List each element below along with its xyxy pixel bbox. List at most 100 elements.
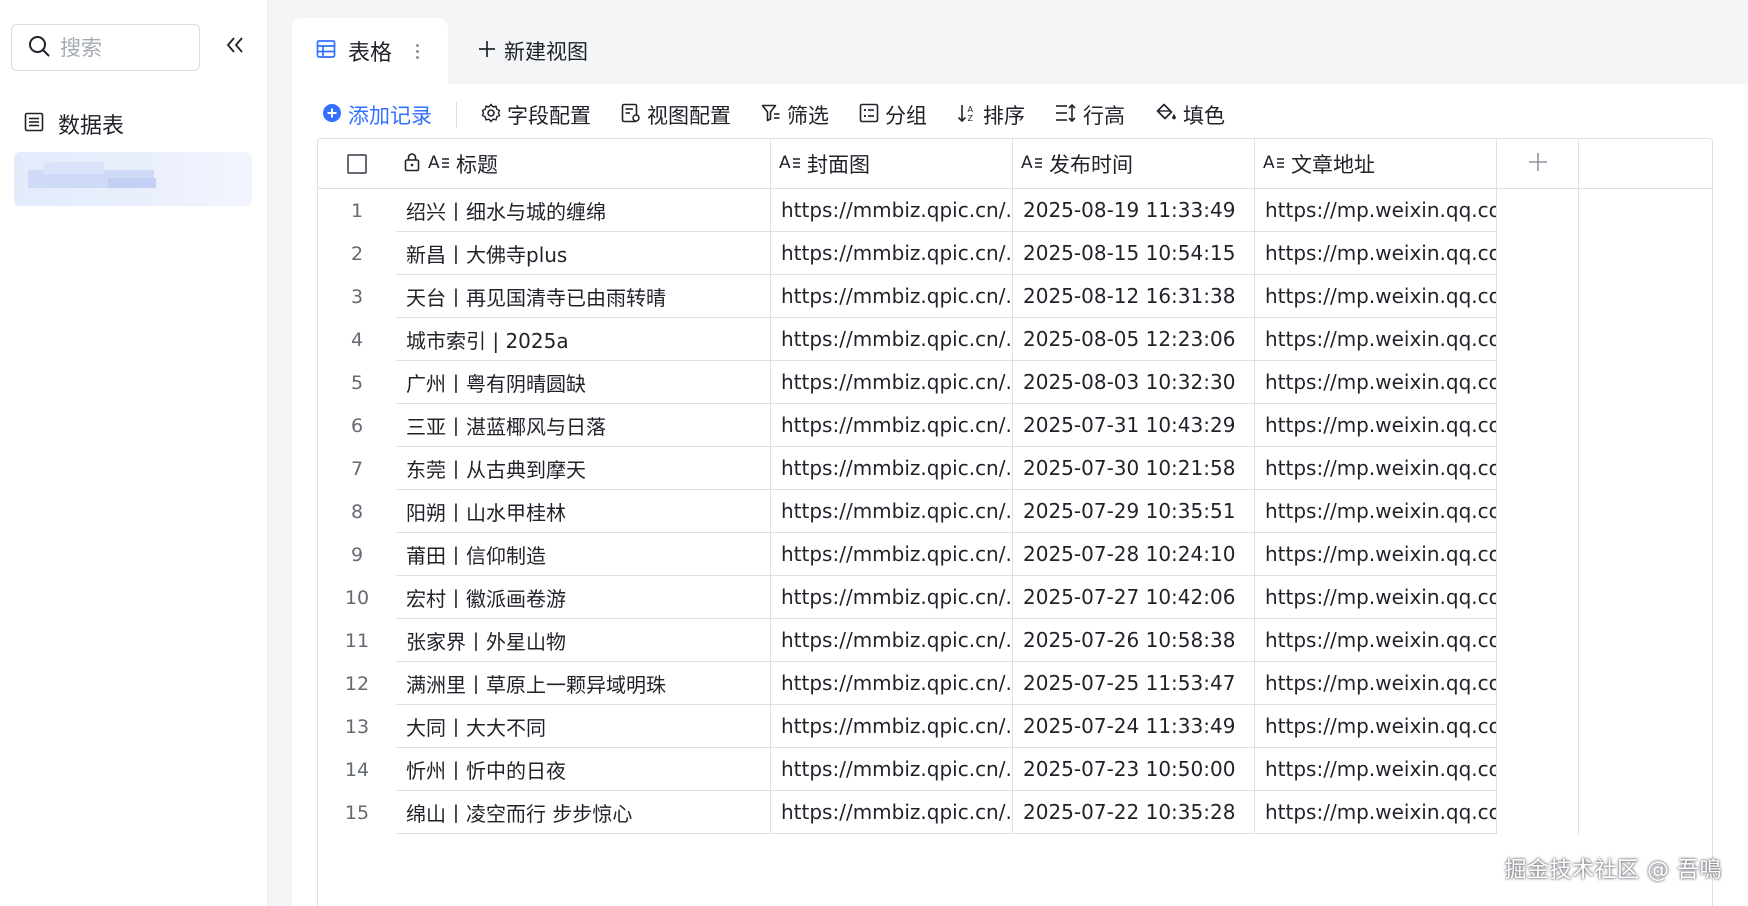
row-number[interactable]: 14 — [318, 748, 396, 791]
cell-title[interactable]: 忻州丨忻中的日夜 — [396, 748, 771, 791]
cell-cover[interactable]: https://mmbiz.qpic.cn/... — [771, 275, 1013, 318]
cell-title[interactable]: 莆田丨信仰制造 — [396, 533, 771, 576]
table-row[interactable]: 10 宏村丨徽派画卷游 https://mmbiz.qpic.cn/... 2025-… — [318, 576, 1712, 619]
cell-cover[interactable]: https://mmbiz.qpic.cn/... — [771, 533, 1013, 576]
cell-url[interactable]: https://mp.weixin.qq.co... — [1255, 232, 1497, 275]
cell-cover[interactable]: https://mmbiz.qpic.cn/... — [771, 748, 1013, 791]
cell-time[interactable]: 2025-07-27 10:42:06 — [1013, 576, 1255, 619]
sort-button[interactable]: AZ 排序 — [957, 97, 1025, 133]
cell-cover[interactable]: https://mmbiz.qpic.cn/... — [771, 619, 1013, 662]
table-row[interactable]: 8 阳朔丨山水甲桂林 https://mmbiz.qpic.cn/... 2025-0… — [318, 490, 1712, 533]
cell-time[interactable]: 2025-07-24 11:33:49 — [1013, 705, 1255, 748]
cell-url[interactable]: https://mp.weixin.qq.co... — [1255, 619, 1497, 662]
row-number[interactable]: 7 — [318, 447, 396, 490]
cell-cover[interactable]: https://mmbiz.qpic.cn/... — [771, 447, 1013, 490]
more-vertical-icon[interactable] — [416, 43, 420, 59]
table-row[interactable]: 9 莆田丨信仰制造 https://mmbiz.qpic.cn/... 2025-07… — [318, 533, 1712, 576]
view-config-button[interactable]: 视图配置 — [621, 97, 731, 133]
table-row[interactable]: 14 忻州丨忻中的日夜 https://mmbiz.qpic.cn/... 2025-… — [318, 748, 1712, 791]
table-row[interactable]: 5 广州丨粤有阴晴圆缺 https://mmbiz.qpic.cn/... 2025-… — [318, 361, 1712, 404]
table-row[interactable]: 15 绵山丨凌空而行 步步惊心 https://mmbiz.qpic.cn/... 2… — [318, 791, 1712, 834]
row-number[interactable]: 3 — [318, 275, 396, 318]
row-number[interactable]: 8 — [318, 490, 396, 533]
cell-url[interactable]: https://mp.weixin.qq.co... — [1255, 705, 1497, 748]
cell-cover[interactable]: https://mmbiz.qpic.cn/... — [771, 662, 1013, 705]
cell-cover[interactable]: https://mmbiz.qpic.cn/... — [771, 576, 1013, 619]
cell-title[interactable]: 城市索引 | 2025a — [396, 318, 771, 361]
cell-time[interactable]: 2025-07-30 10:21:58 — [1013, 447, 1255, 490]
cell-time[interactable]: 2025-07-22 10:35:28 — [1013, 791, 1255, 834]
cell-url[interactable]: https://mp.weixin.qq.co... — [1255, 361, 1497, 404]
cell-url[interactable]: https://mp.weixin.qq.co... — [1255, 318, 1497, 361]
group-button[interactable]: 分组 — [859, 97, 927, 133]
cell-time[interactable]: 2025-07-28 10:24:10 — [1013, 533, 1255, 576]
table-row[interactable]: 7 东莞丨从古典到摩天 https://mmbiz.qpic.cn/... 2025-… — [318, 447, 1712, 490]
cell-title[interactable]: 三亚丨湛蓝椰风与日落 — [396, 404, 771, 447]
row-number[interactable]: 12 — [318, 662, 396, 705]
add-column-button[interactable] — [1497, 139, 1579, 189]
cell-title[interactable]: 阳朔丨山水甲桂林 — [396, 490, 771, 533]
table-row[interactable]: 4 城市索引 | 2025a https://mmbiz.qpic.cn/... 20… — [318, 318, 1712, 361]
new-view-button[interactable]: 新建视图 — [478, 18, 588, 84]
tab-grid-view[interactable]: 表格 — [292, 18, 448, 84]
cell-title[interactable]: 绵山丨凌空而行 步步惊心 — [396, 791, 771, 834]
table-row[interactable]: 3 天台丨再见国清寺已由雨转晴 https://mmbiz.qpic.cn/... 2… — [318, 275, 1712, 318]
search-box[interactable] — [11, 24, 200, 71]
cell-cover[interactable]: https://mmbiz.qpic.cn/... — [771, 490, 1013, 533]
row-height-button[interactable]: 行高 — [1055, 97, 1125, 133]
filter-button[interactable]: 筛选 — [761, 97, 829, 133]
table-row[interactable]: 11 张家界丨外星山物 https://mmbiz.qpic.cn/... 2025-… — [318, 619, 1712, 662]
column-header-cover[interactable]: A 封面图 — [771, 139, 1013, 189]
cell-title[interactable]: 东莞丨从古典到摩天 — [396, 447, 771, 490]
field-config-button[interactable]: 字段配置 — [481, 97, 591, 133]
fill-color-button[interactable]: 填色 — [1155, 97, 1225, 133]
cell-title[interactable]: 大同丨大大不同 — [396, 705, 771, 748]
row-number[interactable]: 5 — [318, 361, 396, 404]
cell-url[interactable]: https://mp.weixin.qq.co... — [1255, 533, 1497, 576]
cell-time[interactable]: 2025-08-05 12:23:06 — [1013, 318, 1255, 361]
cell-time[interactable]: 2025-08-03 10:32:30 — [1013, 361, 1255, 404]
cell-url[interactable]: https://mp.weixin.qq.co... — [1255, 275, 1497, 318]
sidebar-item-blurred[interactable] — [14, 152, 252, 206]
column-header-time[interactable]: A 发布时间 — [1013, 139, 1255, 189]
select-all-checkbox[interactable] — [347, 154, 367, 174]
cell-time[interactable]: 2025-08-19 11:33:49 — [1013, 189, 1255, 232]
add-record-button[interactable]: 添加记录 — [322, 97, 432, 133]
cell-url[interactable]: https://mp.weixin.qq.co... — [1255, 404, 1497, 447]
row-number[interactable]: 1 — [318, 189, 396, 232]
table-row[interactable]: 1 绍兴丨细水与城的缠绵 https://mmbiz.qpic.cn/... 2025… — [318, 189, 1712, 232]
row-number[interactable]: 4 — [318, 318, 396, 361]
cell-title[interactable]: 新昌丨大佛寺plus — [396, 232, 771, 275]
cell-title[interactable]: 绍兴丨细水与城的缠绵 — [396, 189, 771, 232]
table-row[interactable]: 12 满洲里丨草原上一颗异域明珠 https://mmbiz.qpic.cn/...… — [318, 662, 1712, 705]
row-number[interactable]: 6 — [318, 404, 396, 447]
cell-cover[interactable]: https://mmbiz.qpic.cn/... — [771, 189, 1013, 232]
cell-time[interactable]: 2025-07-26 10:58:38 — [1013, 619, 1255, 662]
cell-title[interactable]: 张家界丨外星山物 — [396, 619, 771, 662]
row-number[interactable]: 9 — [318, 533, 396, 576]
table-row[interactable]: 2 新昌丨大佛寺plus https://mmbiz.qpic.cn/... 2025… — [318, 232, 1712, 275]
cell-time[interactable]: 2025-07-23 10:50:00 — [1013, 748, 1255, 791]
cell-url[interactable]: https://mp.weixin.qq.co... — [1255, 662, 1497, 705]
column-header-url[interactable]: A 文章地址 — [1255, 139, 1497, 189]
cell-cover[interactable]: https://mmbiz.qpic.cn/... — [771, 232, 1013, 275]
cell-url[interactable]: https://mp.weixin.qq.co... — [1255, 791, 1497, 834]
collapse-sidebar-button[interactable] — [222, 34, 248, 60]
table-row[interactable]: 13 大同丨大大不同 https://mmbiz.qpic.cn/... 2025-0… — [318, 705, 1712, 748]
table-row[interactable]: 6 三亚丨湛蓝椰风与日落 https://mmbiz.qpic.cn/... 2025… — [318, 404, 1712, 447]
cell-time[interactable]: 2025-08-15 10:54:15 — [1013, 232, 1255, 275]
cell-url[interactable]: https://mp.weixin.qq.co... — [1255, 447, 1497, 490]
cell-title[interactable]: 广州丨粤有阴晴圆缺 — [396, 361, 771, 404]
search-input[interactable] — [60, 35, 180, 60]
cell-url[interactable]: https://mp.weixin.qq.co... — [1255, 576, 1497, 619]
cell-time[interactable]: 2025-08-12 16:31:38 — [1013, 275, 1255, 318]
cell-url[interactable]: https://mp.weixin.qq.co... — [1255, 189, 1497, 232]
cell-cover[interactable]: https://mmbiz.qpic.cn/... — [771, 318, 1013, 361]
cell-cover[interactable]: https://mmbiz.qpic.cn/... — [771, 361, 1013, 404]
cell-url[interactable]: https://mp.weixin.qq.co... — [1255, 748, 1497, 791]
row-number[interactable]: 13 — [318, 705, 396, 748]
cell-cover[interactable]: https://mmbiz.qpic.cn/... — [771, 404, 1013, 447]
cell-time[interactable]: 2025-07-29 10:35:51 — [1013, 490, 1255, 533]
row-number[interactable]: 2 — [318, 232, 396, 275]
cell-title[interactable]: 满洲里丨草原上一颗异域明珠 — [396, 662, 771, 705]
